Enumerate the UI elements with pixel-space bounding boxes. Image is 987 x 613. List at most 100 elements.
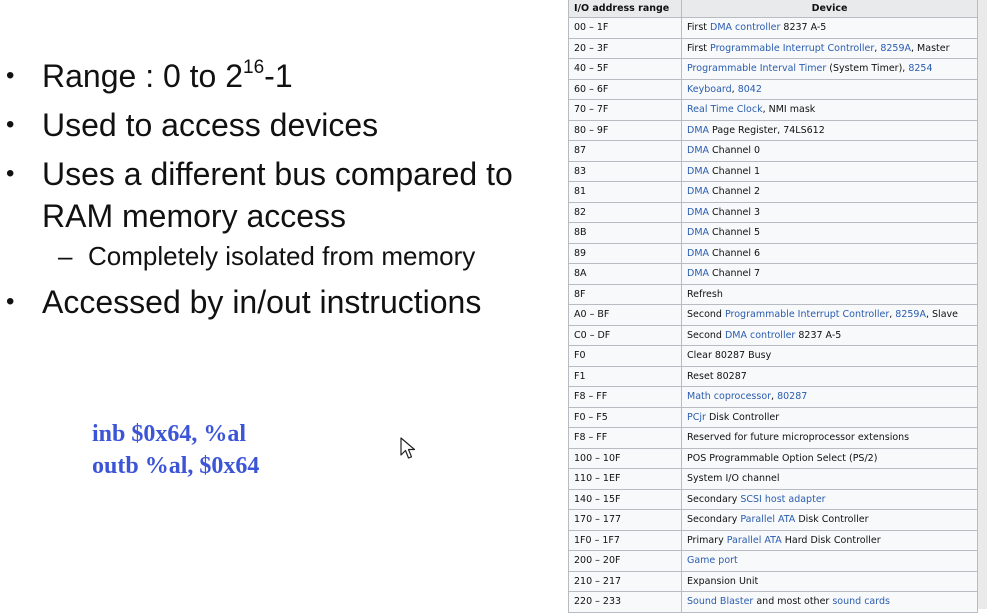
device-text: , Master bbox=[911, 42, 950, 54]
table-row: 1F0 – 1F7 Primary Parallel ATA Hard Disk … bbox=[568, 529, 978, 551]
address-range-cell: F1 bbox=[568, 365, 682, 387]
device-link[interactable]: Math coprocessor bbox=[687, 391, 771, 402]
device-cell: Second Programmable Interrupt Controller… bbox=[681, 304, 978, 326]
table-row: F0 Clear 80287 Busy bbox=[568, 345, 978, 367]
device-cell: Game port bbox=[681, 550, 978, 572]
address-range-cell: 60 – 6F bbox=[568, 78, 682, 100]
address-range-cell: 20 – 3F bbox=[568, 37, 682, 59]
device-text: Clear 80287 Busy bbox=[687, 350, 772, 362]
device-text: Channel 0 bbox=[709, 145, 761, 157]
device-link[interactable]: DMA bbox=[687, 186, 709, 197]
device-link[interactable]: 8259A bbox=[895, 309, 926, 320]
device-link[interactable]: Programmable Interrupt Controller bbox=[725, 309, 889, 320]
device-link[interactable]: Programmable Interval Timer bbox=[687, 63, 826, 74]
device-link[interactable]: Sound Blaster bbox=[687, 596, 753, 607]
device-text: Secondary bbox=[687, 514, 741, 526]
device-text: Channel 1 bbox=[709, 165, 761, 177]
address-range-cell: 8F bbox=[568, 283, 682, 305]
table-row: F8 – FF Math coprocessor, 80287 bbox=[568, 386, 978, 408]
device-link[interactable]: DMA bbox=[687, 125, 709, 136]
table-row: F1 Reset 80287 bbox=[568, 365, 978, 387]
table-row: 83 DMA Channel 1 bbox=[568, 160, 978, 182]
device-link[interactable]: Game port bbox=[687, 555, 738, 566]
device-link[interactable]: 80287 bbox=[777, 391, 807, 402]
address-range-cell: 80 – 9F bbox=[568, 119, 682, 141]
device-cell: PCjr Disk Controller bbox=[681, 406, 978, 428]
device-link[interactable]: DMA bbox=[687, 248, 709, 259]
table-row: 170 – 177 Secondary Parallel ATA Disk Con… bbox=[568, 509, 978, 531]
bullet-item: • Uses a different bus compared to RAM me… bbox=[0, 153, 560, 237]
bullet-marker: • bbox=[6, 111, 15, 138]
device-link[interactable]: SCSI host adapter bbox=[740, 494, 825, 505]
address-range-cell: 87 bbox=[568, 140, 682, 162]
device-text: First bbox=[687, 22, 711, 34]
device-link[interactable]: DMA controller bbox=[710, 22, 780, 33]
address-range-cell: 110 – 1EF bbox=[568, 468, 682, 490]
device-text: (System Timer), bbox=[826, 63, 909, 75]
bullet-text: Uses a different bus compared to RAM mem… bbox=[42, 156, 513, 234]
table-row: 89 DMA Channel 6 bbox=[568, 242, 978, 264]
device-link[interactable]: sound cards bbox=[832, 596, 890, 607]
device-link[interactable]: Keyboard bbox=[687, 84, 732, 95]
table-row: 80 – 9F DMA Page Register, 74LS612 bbox=[568, 119, 978, 141]
column-header-range: I/O address range bbox=[568, 0, 682, 18]
device-link[interactable]: DMA controller bbox=[725, 330, 795, 341]
device-link[interactable]: PCjr bbox=[687, 412, 706, 423]
address-range-cell: 140 – 15F bbox=[568, 488, 682, 510]
device-cell: Math coprocessor, 80287 bbox=[681, 386, 978, 408]
table-row: 82 DMA Channel 3 bbox=[568, 201, 978, 223]
device-link[interactable]: DMA bbox=[687, 268, 709, 279]
device-text: System I/O channel bbox=[687, 473, 780, 485]
code-line-1: inb $0x64, %al bbox=[92, 421, 247, 447]
device-text: Second bbox=[687, 329, 725, 341]
bullet-text: Range : 0 to 2 bbox=[42, 58, 244, 94]
device-text: POS Programmable Option Select (PS/2) bbox=[687, 452, 878, 464]
table-row: 60 – 6F Keyboard, 8042 bbox=[568, 78, 978, 100]
device-link[interactable]: DMA bbox=[687, 166, 709, 177]
device-link[interactable]: Programmable Interrupt Controller bbox=[710, 43, 874, 54]
device-text: Primary bbox=[687, 534, 727, 546]
device-link[interactable]: Parallel ATA bbox=[740, 514, 795, 525]
device-cell: DMA Channel 2 bbox=[681, 181, 978, 203]
device-link[interactable]: 8259A bbox=[880, 43, 911, 54]
table-row: 87 DMA Channel 0 bbox=[568, 140, 978, 162]
bullet-item: • Used to access devices bbox=[0, 104, 560, 146]
address-range-cell: 8A bbox=[568, 263, 682, 285]
address-range-cell: F0 – F5 bbox=[568, 406, 682, 428]
address-range-cell: 89 bbox=[568, 242, 682, 264]
device-cell: Clear 80287 Busy bbox=[681, 345, 978, 367]
device-cell: Reserved for future microprocessor exten… bbox=[681, 427, 978, 449]
address-range-cell: F0 bbox=[568, 345, 682, 367]
device-link[interactable]: DMA bbox=[687, 227, 709, 238]
device-cell: DMA Page Register, 74LS612 bbox=[681, 119, 978, 141]
device-text: Second bbox=[687, 309, 725, 321]
device-text: Refresh bbox=[687, 288, 723, 300]
device-link[interactable]: Real Time Clock bbox=[687, 104, 763, 115]
device-text: 8237 A-5 bbox=[780, 22, 827, 34]
device-link[interactable]: DMA bbox=[687, 145, 709, 156]
device-cell: DMA Channel 1 bbox=[681, 160, 978, 182]
device-cell: Refresh bbox=[681, 283, 978, 305]
device-link[interactable]: DMA bbox=[687, 207, 709, 218]
device-cell: Expansion Unit bbox=[681, 570, 978, 592]
table-row: F0 – F5 PCjr Disk Controller bbox=[568, 406, 978, 428]
device-text: Channel 2 bbox=[709, 186, 761, 198]
device-link[interactable]: 8254 bbox=[908, 63, 932, 74]
address-range-cell: A0 – BF bbox=[568, 304, 682, 326]
device-text: Channel 3 bbox=[709, 206, 761, 218]
right-edge-strip bbox=[978, 0, 987, 609]
device-cell: DMA Channel 3 bbox=[681, 201, 978, 223]
device-link[interactable]: Parallel ATA bbox=[727, 535, 782, 546]
device-cell: DMA Channel 5 bbox=[681, 222, 978, 244]
table-row: 8B DMA Channel 5 bbox=[568, 222, 978, 244]
table-row: A0 – BF Second Programmable Interrupt Con… bbox=[568, 304, 978, 326]
code-line-2: outb %al, $0x64 bbox=[92, 453, 260, 479]
device-cell: System I/O channel bbox=[681, 468, 978, 490]
table-row: 8A DMA Channel 7 bbox=[568, 263, 978, 285]
device-text: First bbox=[687, 42, 711, 54]
bullet-item: • Accessed by in/out instructions bbox=[0, 281, 560, 323]
device-link[interactable]: 8042 bbox=[738, 84, 762, 95]
device-cell: DMA Channel 0 bbox=[681, 140, 978, 162]
device-cell: Real Time Clock, NMI mask bbox=[681, 99, 978, 121]
bullet-marker: • bbox=[6, 288, 15, 315]
